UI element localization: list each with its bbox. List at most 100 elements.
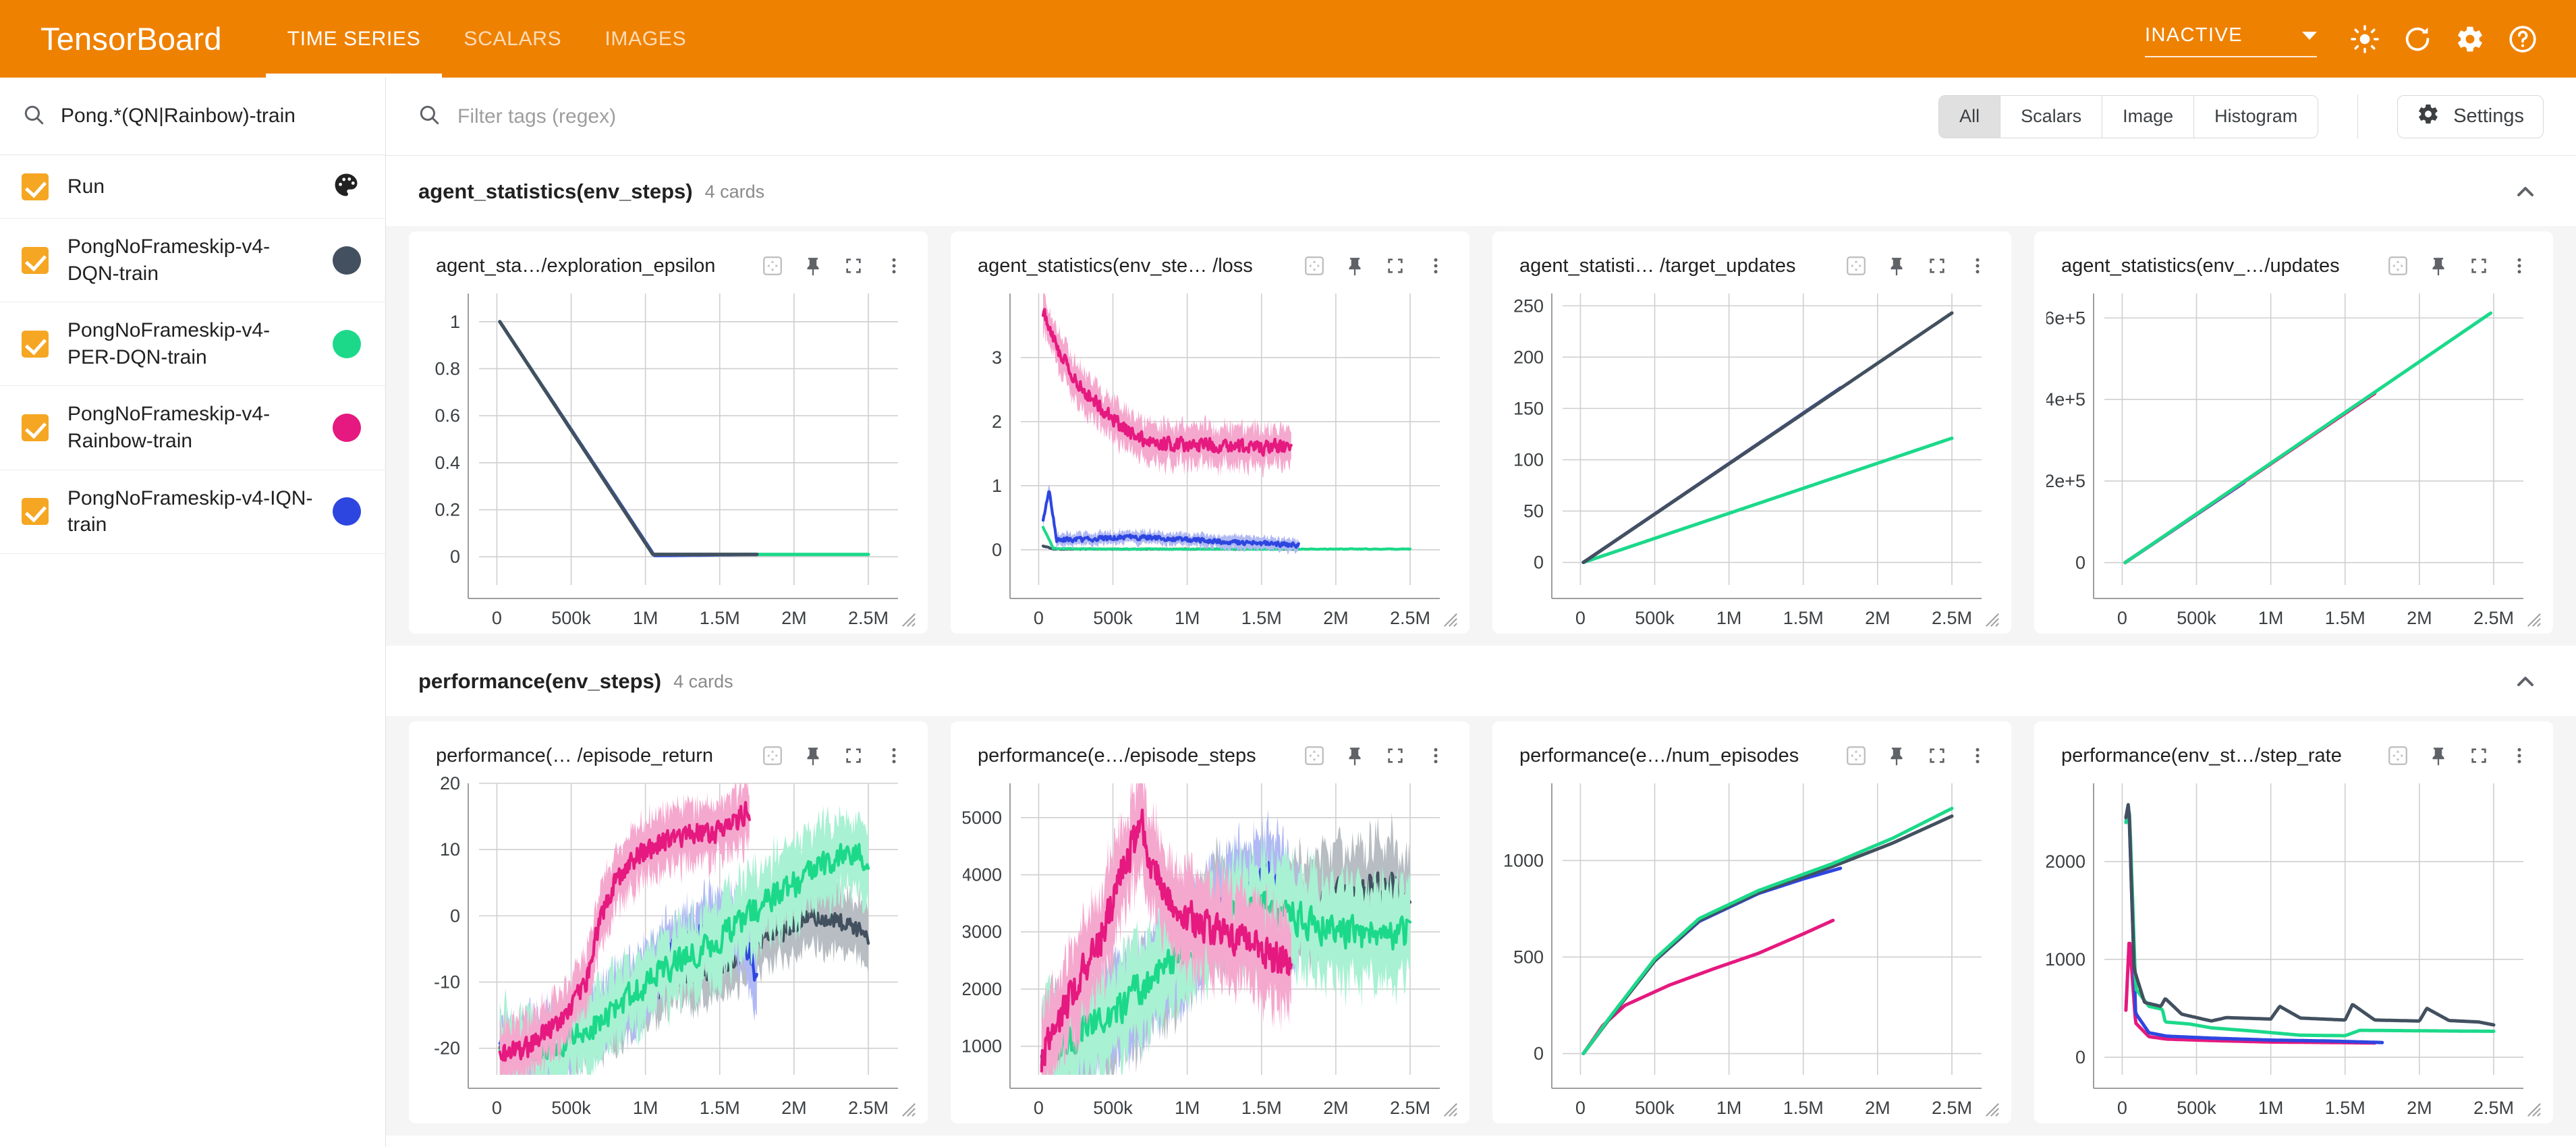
more-vert-icon[interactable] — [875, 247, 913, 285]
more-vert-icon[interactable] — [1417, 737, 1455, 775]
svg-text:-20: -20 — [434, 1038, 460, 1059]
svg-text:1M: 1M — [1716, 608, 1742, 628]
runs-header-row[interactable]: Run — [0, 155, 385, 219]
svg-text:500k: 500k — [2177, 1098, 2216, 1118]
chart-card-updates[interactable]: agent_statistics(env_…/updates 0 500k 1M 1.… — [2034, 231, 2553, 634]
svg-text:1M: 1M — [2258, 608, 2284, 628]
chart-card-episode-steps[interactable]: performance(e…/episode_steps 0 500k 1M 1.5M… — [951, 721, 1469, 1123]
chart-plot[interactable]: 0 500k 1M 1.5M 2M 2.5M 0 0.2 0.4 0.6 0.8 1 — [421, 283, 916, 634]
chart-card-step-rate[interactable]: performance(env_st…/step_rate 0 500k 1M 1.5… — [2034, 721, 2553, 1123]
fit-domain-icon[interactable] — [2379, 247, 2417, 285]
pin-icon[interactable] — [2419, 737, 2457, 775]
more-vert-icon[interactable] — [875, 737, 913, 775]
help-circle-icon[interactable] — [2496, 13, 2549, 65]
resize-grip-icon[interactable] — [1436, 605, 1459, 628]
settings-gear-icon[interactable] — [2444, 13, 2496, 65]
svg-text:2000: 2000 — [2046, 851, 2085, 872]
svg-text:4000: 4000 — [963, 865, 1002, 885]
pin-icon[interactable] — [794, 247, 832, 285]
more-vert-icon[interactable] — [1959, 737, 1996, 775]
fullscreen-icon[interactable] — [835, 737, 872, 775]
run-checkbox-iqn[interactable] — [22, 498, 49, 526]
fit-domain-icon[interactable] — [754, 247, 791, 285]
card-header: performance(e…/num_episodes — [1505, 731, 1999, 773]
run-item-dqn[interactable]: PongNoFrameskip-v4-DQN-train — [0, 219, 385, 303]
card-header: agent_statistics(env_…/updates — [2046, 241, 2541, 283]
fit-domain-icon[interactable] — [1837, 737, 1875, 775]
filter-image-button[interactable]: Image — [2102, 95, 2195, 138]
fullscreen-icon[interactable] — [2460, 247, 2498, 285]
color-palette-icon[interactable] — [331, 170, 361, 203]
select-all-runs-checkbox[interactable] — [22, 173, 49, 200]
resize-grip-icon[interactable] — [1436, 1095, 1459, 1118]
filter-histogram-button[interactable]: Histogram — [2194, 95, 2318, 138]
svg-text:20: 20 — [440, 773, 460, 793]
svg-text:0: 0 — [492, 1098, 502, 1118]
pin-icon[interactable] — [2419, 247, 2457, 285]
chart-plot[interactable]: 0 500k 1M 1.5M 2M 2.5M -20 -10 0 10 20 — [421, 773, 916, 1123]
card-title: agent_statistics(env_…/updates — [2061, 254, 2340, 277]
svg-text:0: 0 — [2075, 1047, 2085, 1067]
fit-domain-icon[interactable] — [1295, 737, 1333, 775]
chevron-up-icon[interactable] — [2507, 173, 2544, 210]
chart-plot[interactable]: 0 500k 1M 1.5M 2M 2.5M 1000 2000 3000 4000 5000 — [963, 773, 1457, 1123]
fit-domain-icon[interactable] — [1295, 247, 1333, 285]
resize-grip-icon[interactable] — [2519, 605, 2542, 628]
run-item-per-dqn[interactable]: PongNoFrameskip-v4-PER-DQN-train — [0, 302, 385, 387]
pin-icon[interactable] — [1878, 247, 1915, 285]
pin-icon[interactable] — [794, 737, 832, 775]
fit-domain-icon[interactable] — [2379, 737, 2417, 775]
fit-domain-icon[interactable] — [754, 737, 791, 775]
pin-icon[interactable] — [1878, 737, 1915, 775]
chart-card-target-updates[interactable]: agent_statisti… /target_updates 0 500k 1M 1… — [1492, 231, 2011, 634]
chart-plot[interactable]: 0 500k 1M 1.5M 2M 2.5M 0 500 1000 — [1505, 773, 1999, 1123]
resize-grip-icon[interactable] — [1978, 605, 2000, 628]
tab-time-series[interactable]: TIME SERIES — [265, 0, 443, 78]
fullscreen-icon[interactable] — [1918, 247, 1956, 285]
chevron-up-icon[interactable] — [2507, 663, 2544, 700]
resize-grip-icon[interactable] — [2519, 1095, 2542, 1118]
brightness-icon[interactable] — [2339, 13, 2391, 65]
pin-icon[interactable] — [1336, 247, 1374, 285]
reload-icon[interactable] — [2391, 13, 2444, 65]
chart-card-loss[interactable]: agent_statistics(env_ste… /loss 0 500k 1M 1… — [951, 231, 1469, 634]
fullscreen-icon[interactable] — [835, 247, 872, 285]
more-vert-icon[interactable] — [1959, 247, 1996, 285]
filter-scalars-button[interactable]: Scalars — [2000, 95, 2103, 138]
tab-scalars[interactable]: SCALARS — [442, 0, 583, 78]
run-checkbox-dqn[interactable] — [22, 246, 49, 274]
cards-scroll-area[interactable]: agent_statistics(env_steps) 4 cards agen… — [386, 156, 2576, 1147]
run-item-iqn[interactable]: PongNoFrameskip-v4-IQN-train — [0, 470, 385, 554]
filter-all-button[interactable]: All — [1939, 95, 2001, 138]
settings-button[interactable]: Settings — [2397, 94, 2544, 138]
fullscreen-icon[interactable] — [1918, 737, 1956, 775]
tag-filter-input[interactable]: Filter tags (regex) — [417, 103, 1922, 130]
run-checkbox-rainbow[interactable] — [22, 414, 49, 441]
run-item-rainbow[interactable]: PongNoFrameskip-v4-Rainbow-train — [0, 386, 385, 470]
chart-plot[interactable]: 0 500k 1M 1.5M 2M 2.5M 0 50 100 150 200 250 — [1505, 283, 1999, 634]
chart-plot[interactable]: 0 500k 1M 1.5M 2M 2.5M 0 1000 2000 — [2046, 773, 2541, 1123]
chart-card-exploration-epsilon[interactable]: agent_sta…/exploration_epsilon 0 500k 1M 1.… — [409, 231, 928, 634]
resize-grip-icon[interactable] — [1978, 1095, 2000, 1118]
more-vert-icon[interactable] — [2500, 737, 2538, 775]
fullscreen-icon[interactable] — [1376, 247, 1414, 285]
chart-plot[interactable]: 0 500k 1M 1.5M 2M 2.5M 0 1 2 3 — [963, 283, 1457, 634]
resize-grip-icon[interactable] — [894, 605, 917, 628]
run-checkbox-per-dqn[interactable] — [22, 330, 49, 358]
fit-domain-icon[interactable] — [1837, 247, 1875, 285]
pin-icon[interactable] — [1336, 737, 1374, 775]
svg-text:500k: 500k — [1093, 1098, 1133, 1118]
chart-card-episode-return[interactable]: performance(… /episode_return 0 500k 1M 1.5… — [409, 721, 928, 1123]
fullscreen-icon[interactable] — [2460, 737, 2498, 775]
resize-grip-icon[interactable] — [894, 1095, 917, 1118]
chart-plot[interactable]: 0 500k 1M 1.5M 2M 2.5M 0 2e+5 4e+5 6e+5 — [2046, 283, 2541, 634]
fullscreen-icon[interactable] — [1376, 737, 1414, 775]
run-label-rainbow: PongNoFrameskip-v4-Rainbow-train — [67, 403, 271, 452]
more-vert-icon[interactable] — [2500, 247, 2538, 285]
reload-status-select[interactable]: INACTIVE — [2145, 20, 2317, 57]
more-vert-icon[interactable] — [1417, 247, 1455, 285]
tab-images[interactable]: IMAGES — [583, 0, 708, 78]
svg-text:1.5M: 1.5M — [2325, 608, 2365, 628]
chart-card-num-episodes[interactable]: performance(e…/num_episodes 0 500k 1M 1.5M 2… — [1492, 721, 2011, 1123]
run-search-field[interactable]: Pong.*(QN|Rainbow)-train — [0, 78, 385, 155]
